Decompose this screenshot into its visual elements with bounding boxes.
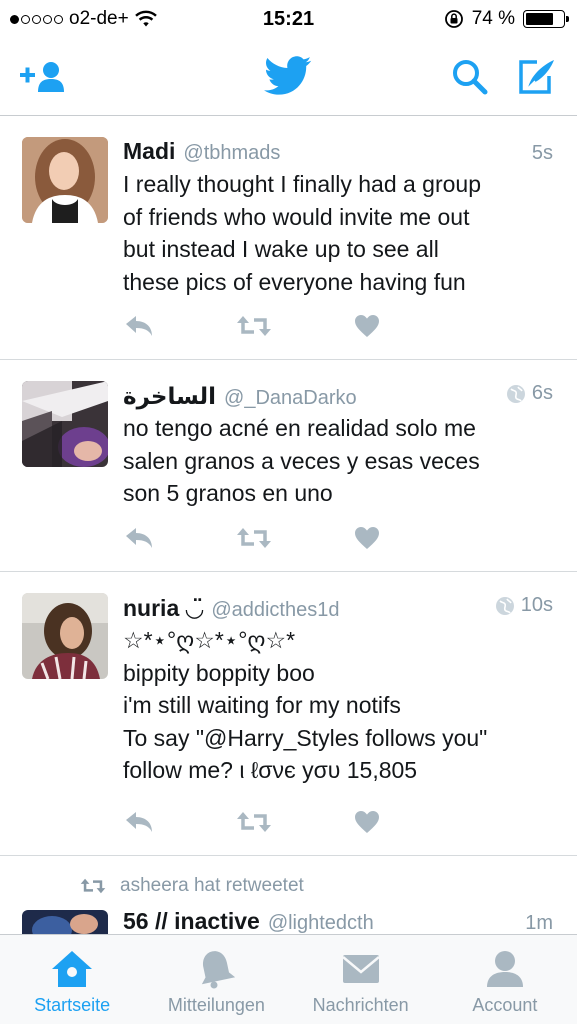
tweet[interactable]: asheera hat retweetet 56 // inactive @li… (0, 856, 577, 934)
tweet-actions (124, 526, 380, 550)
tweet[interactable]: nuria ◡̈ @addicthes1d 10s ☆*⋆°ღ☆*⋆°ღ☆* b… (0, 572, 577, 856)
retweet-context[interactable]: asheera hat retweetet (80, 875, 304, 897)
compose-icon[interactable] (517, 58, 557, 96)
avatar-photo (22, 593, 108, 679)
twitter-bird-icon[interactable] (264, 56, 312, 96)
like-heart-icon[interactable] (354, 314, 380, 338)
globe-icon (495, 596, 514, 615)
battery-icon (523, 10, 569, 28)
user-handle[interactable]: @addicthes1d (211, 599, 339, 622)
display-name[interactable]: الساخرة (123, 383, 216, 410)
tab-home[interactable]: Startseite (0, 935, 144, 1024)
tab-bar: Startseite Mitteilungen Nachrichten Acco… (0, 934, 577, 1024)
status-right: 74 % (444, 8, 569, 30)
tweet-time-group: 10s (495, 594, 553, 617)
tweet-text: ☆*⋆°ღ☆*⋆°ღ☆* bippity boppity boo i'm sti… (123, 627, 488, 783)
like-heart-icon[interactable] (354, 810, 380, 834)
timeline-feed[interactable]: Madi @tbhmads 5s I really thought I fina… (0, 116, 577, 934)
tab-notifications[interactable]: Mitteilungen (144, 935, 288, 1024)
tweet-text: no tengo acné en realidad solo me salen … (123, 415, 480, 506)
tweet-time: 6s (531, 382, 553, 404)
avatar[interactable] (22, 593, 108, 679)
retweet-icon[interactable] (236, 527, 272, 549)
status-bar: o2-de+ 15:21 74 % (0, 0, 577, 38)
display-name[interactable]: nuria ◡̈ (123, 595, 203, 622)
bell-icon (202, 951, 236, 989)
avatar[interactable] (22, 910, 108, 934)
add-user-icon[interactable] (20, 60, 68, 94)
tweet-time-group: 6s (506, 382, 553, 405)
tweet-actions (124, 810, 380, 834)
tweet[interactable]: Madi @tbhmads 5s I really thought I fina… (0, 116, 577, 360)
tab-label: Nachrichten (312, 995, 409, 1015)
home-icon (52, 951, 93, 987)
avatar[interactable] (22, 137, 108, 223)
tweet-time-group: 5s (532, 142, 553, 165)
envelope-icon (341, 955, 380, 983)
tweet-text: I really thought I finally had a group o… (123, 171, 482, 295)
tweet-time: 1m (525, 912, 553, 934)
like-heart-icon[interactable] (354, 526, 380, 550)
reply-icon[interactable] (124, 527, 154, 549)
screen: o2-de+ 15:21 74 % Madi @tbhmads 5s I rea… (0, 0, 577, 1024)
tweet-header: nuria ◡̈ @addicthes1d 10s (123, 594, 553, 622)
user-handle[interactable]: @lightedcth (268, 912, 374, 934)
tweet-actions (124, 314, 380, 338)
retweet-icon[interactable] (236, 811, 272, 833)
nav-bar (0, 38, 577, 116)
tab-label: Account (472, 995, 538, 1015)
tweet-header: Madi @tbhmads 5s (123, 138, 553, 165)
search-icon[interactable] (451, 58, 489, 96)
tab-messages[interactable]: Nachrichten (289, 935, 433, 1024)
avatar-photo (22, 137, 108, 223)
tweet-time-group: 1m (525, 912, 553, 934)
battery-percent: 74 % (471, 8, 515, 29)
retweet-icon[interactable] (236, 315, 272, 337)
person-icon (486, 951, 523, 987)
tab-label: Startseite (34, 995, 111, 1015)
retweet-context-text: asheera hat retweetet (120, 875, 304, 896)
tab-label: Mitteilungen (167, 995, 265, 1015)
user-handle[interactable]: @_DanaDarko (224, 387, 357, 410)
tweet-header: الساخرة @_DanaDarko 6s (123, 382, 553, 410)
tweet-header: 56 // inactive @lightedcth 1m (123, 908, 553, 934)
reply-icon[interactable] (124, 315, 154, 337)
avatar[interactable] (22, 381, 108, 467)
display-name[interactable]: Madi (123, 138, 175, 165)
avatar-photo (22, 910, 108, 934)
avatar-photo (22, 381, 108, 467)
tweet[interactable]: الساخرة @_DanaDarko 6s no tengo acné en … (0, 360, 577, 572)
tweet-time: 10s (520, 594, 553, 616)
reply-icon[interactable] (124, 811, 154, 833)
tweet-time: 5s (531, 142, 553, 164)
rotation-lock-icon (444, 10, 463, 28)
tab-account[interactable]: Account (433, 935, 577, 1024)
user-handle[interactable]: @tbhmads (183, 142, 280, 165)
display-name[interactable]: 56 // inactive (123, 908, 260, 934)
globe-icon (506, 384, 525, 403)
retweet-icon (80, 878, 106, 894)
battery-fill (526, 13, 553, 25)
